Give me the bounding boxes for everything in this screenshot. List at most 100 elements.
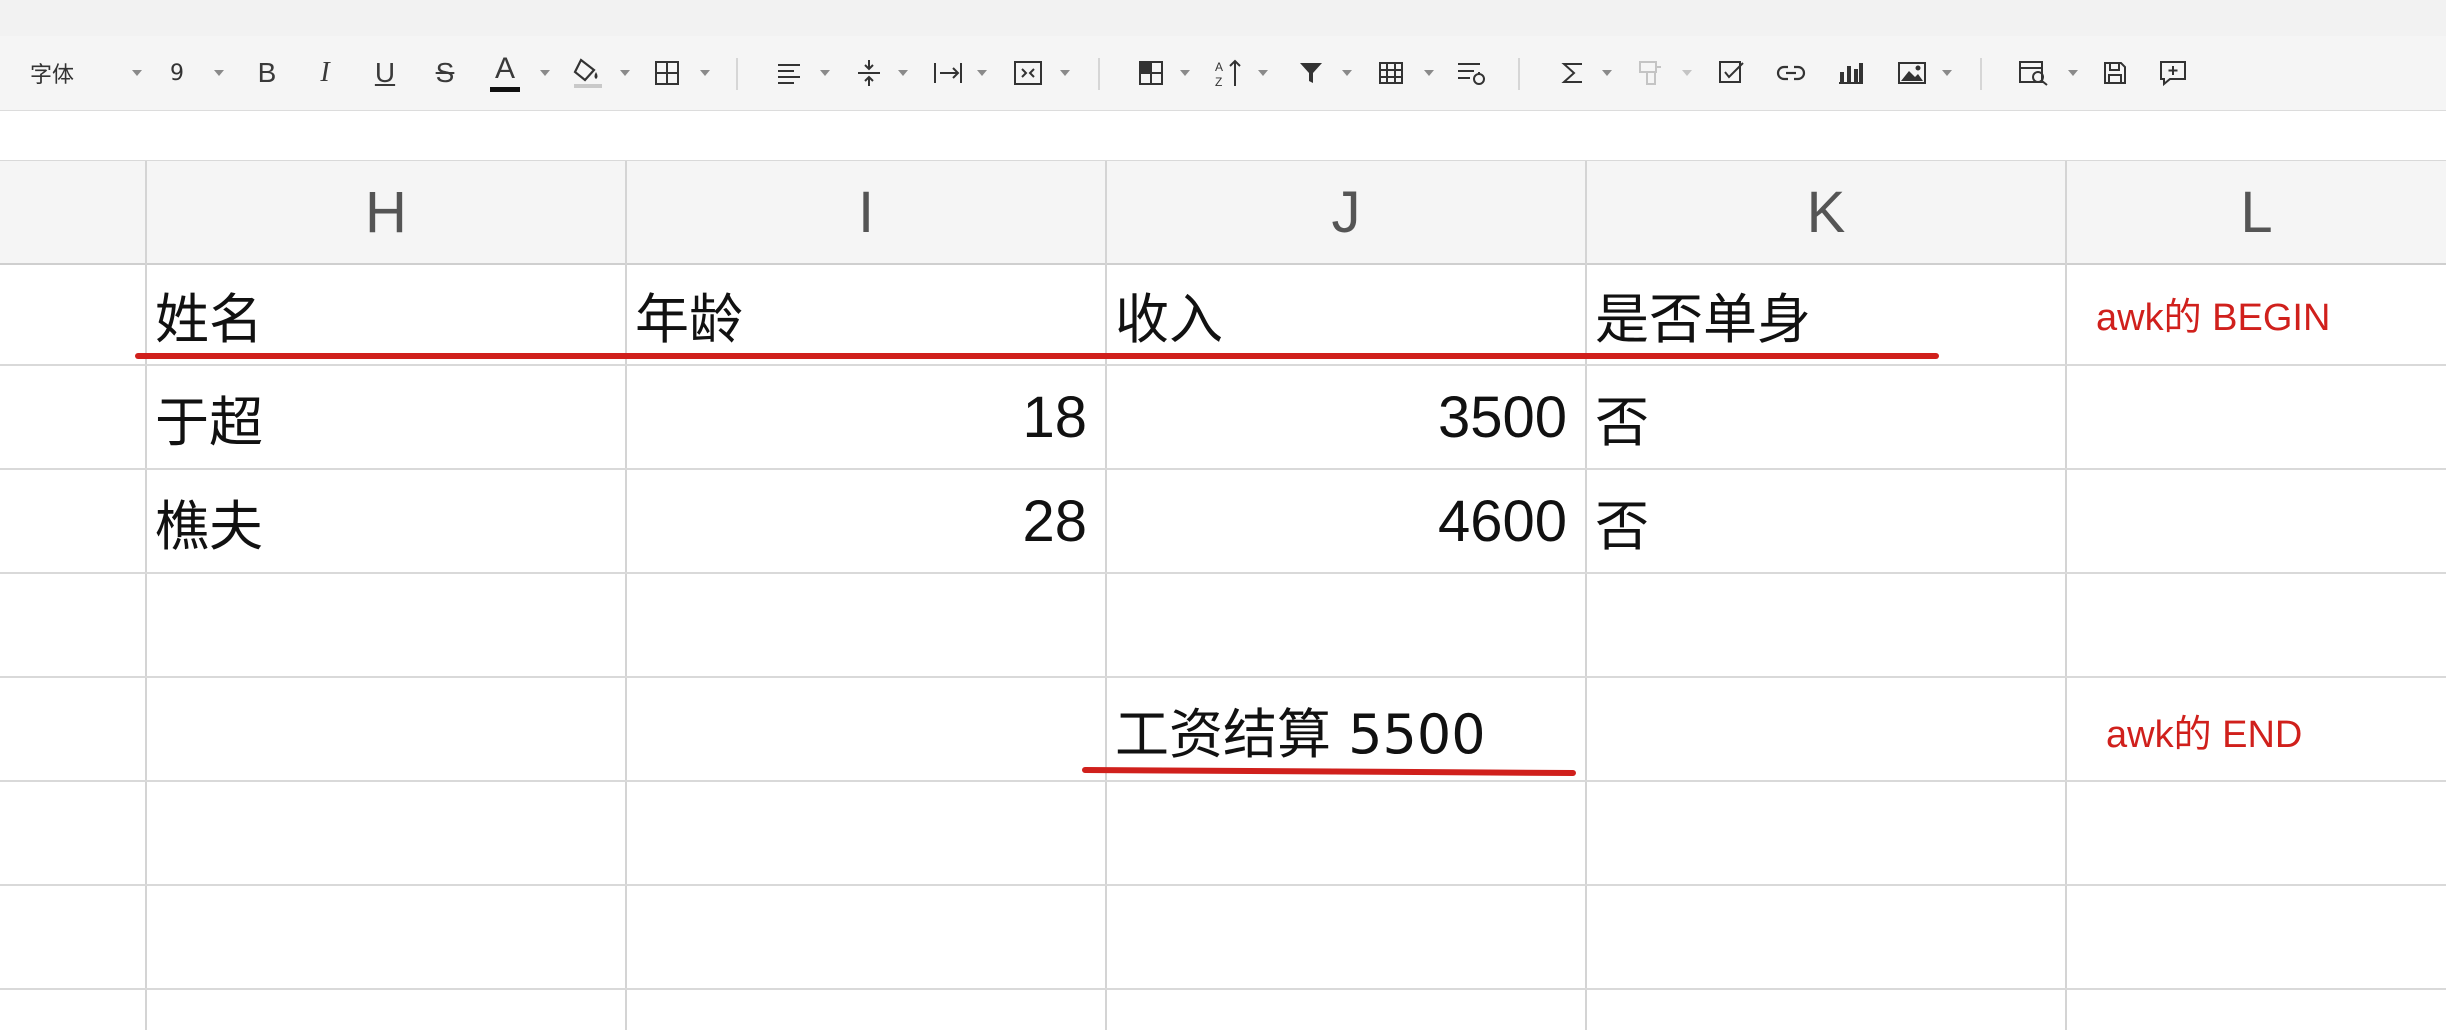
vertical-align-button[interactable] (852, 36, 886, 110)
column-header-i[interactable]: I (625, 161, 1105, 263)
image-button[interactable] (1894, 36, 1930, 110)
svg-text:Z: Z (1215, 75, 1222, 88)
text-wrap-button[interactable] (930, 36, 966, 110)
sum-button[interactable] (1556, 36, 1590, 110)
cell-j3[interactable]: 4600 (1105, 470, 1585, 572)
save-disk-icon (2104, 62, 2126, 84)
border-grid-icon (655, 61, 679, 85)
toolbar-separator (1098, 58, 1100, 90)
sort-caret-icon[interactable] (1258, 70, 1268, 76)
filter-caret-icon[interactable] (1342, 70, 1352, 76)
comment-button[interactable] (2156, 36, 2190, 110)
font-size-caret-icon[interactable] (214, 70, 224, 76)
cell-i1[interactable]: 年龄 (625, 263, 1105, 365)
font-name-value: 字体 (29, 63, 74, 88)
font-color-caret-icon[interactable] (540, 70, 550, 76)
cell-i3[interactable]: 28 (625, 470, 1105, 572)
freeze-button[interactable] (1134, 36, 1168, 110)
sort-az-icon: AZ (1215, 59, 1241, 88)
cell-j2[interactable]: 3500 (1105, 366, 1585, 468)
cell-k1[interactable]: 是否单身 (1585, 263, 2065, 365)
image-icon (1898, 62, 1926, 84)
borders-button[interactable] (650, 36, 684, 110)
column-header-bar: H I J K L (0, 161, 2446, 265)
conditional-format-icon (1458, 63, 1485, 85)
column-header-k[interactable]: K (1585, 161, 2065, 263)
merge-cells-button[interactable] (1010, 36, 1046, 110)
freeze-panes-icon (1139, 61, 1163, 85)
vertical-align-caret-icon[interactable] (898, 70, 908, 76)
toolbar-separator (1980, 58, 1982, 90)
cell-j1[interactable]: 收入 (1105, 263, 1585, 365)
freeze-caret-icon[interactable] (1180, 70, 1190, 76)
strikethrough-button[interactable]: S (428, 36, 462, 110)
link-button[interactable] (1774, 36, 1808, 110)
underline-label: U (374, 57, 396, 88)
column-header-l[interactable]: L (2065, 161, 2446, 263)
title-strip (0, 0, 2446, 37)
cell-h3[interactable]: 樵夫 (145, 470, 625, 572)
checkbox-button[interactable] (1714, 36, 1748, 110)
font-name-caret-icon[interactable] (132, 70, 142, 76)
text-overflow-icon (934, 63, 962, 83)
cell-k3[interactable]: 否 (1585, 470, 2065, 572)
add-comment-icon (2160, 61, 2186, 87)
font-color-button[interactable]: A (488, 36, 522, 110)
sum-caret-icon[interactable] (1602, 70, 1612, 76)
fill-color-button[interactable] (570, 36, 606, 110)
cell-i2[interactable]: 18 (625, 366, 1105, 468)
image-caret-icon[interactable] (1942, 70, 1952, 76)
begin-underline (135, 353, 1939, 359)
find-icon (2019, 61, 2048, 86)
font-color-letter: A (494, 52, 515, 85)
paint-bucket-icon (573, 58, 602, 88)
cell-j5[interactable]: 工资结算 5500 (1105, 678, 1625, 780)
column-header-h[interactable]: H (145, 161, 625, 263)
font-size-select[interactable]: 9 (162, 36, 192, 110)
link-icon (1776, 65, 1806, 81)
horizontal-align-caret-icon[interactable] (820, 70, 830, 76)
font-size-value: 9 (170, 60, 184, 86)
format-painter-button[interactable] (1634, 36, 1668, 110)
grid-line (0, 988, 2446, 990)
font-color-bar (490, 87, 520, 92)
table-caret-icon[interactable] (1424, 70, 1434, 76)
cell-h1[interactable]: 姓名 (145, 263, 625, 365)
format-painter-caret-icon[interactable] (1682, 70, 1692, 76)
bold-button[interactable]: B (250, 36, 284, 110)
svg-text:A: A (1215, 60, 1223, 74)
sigma-icon (1561, 63, 1582, 83)
view-button[interactable] (2016, 36, 2052, 110)
fill-color-caret-icon[interactable] (620, 70, 630, 76)
text-wrap-caret-icon[interactable] (977, 70, 987, 76)
checkbox-icon (1719, 61, 1744, 83)
cell-l5-annotation[interactable]: awk的 END (2106, 703, 2302, 758)
bar-chart-icon (1839, 63, 1863, 84)
italic-button[interactable]: I (308, 36, 342, 110)
font-name-select[interactable]: 字体 (22, 36, 82, 110)
sort-button[interactable]: AZ (1212, 36, 1246, 110)
toolbar-separator (1518, 58, 1520, 90)
chart-button[interactable] (1834, 36, 1868, 110)
table-grid-icon (1379, 62, 1403, 84)
save-button[interactable] (2098, 36, 2132, 110)
toolbar: 字体 9 B I U S A A Z (0, 36, 2446, 111)
borders-caret-icon[interactable] (700, 70, 710, 76)
bold-label: B (257, 57, 277, 88)
filter-button[interactable] (1294, 36, 1328, 110)
formula-bar[interactable] (0, 111, 2446, 161)
horizontal-align-button[interactable] (772, 36, 806, 110)
underline-button[interactable]: U (368, 36, 402, 110)
filter-funnel-icon (1300, 63, 1322, 83)
cell-k2[interactable]: 否 (1585, 366, 2065, 468)
table-button[interactable] (1374, 36, 1408, 110)
column-header-j[interactable]: J (1105, 161, 1585, 263)
cell-h2[interactable]: 于超 (145, 366, 625, 468)
align-left-icon (778, 64, 800, 84)
view-caret-icon[interactable] (2068, 70, 2078, 76)
merge-cells-caret-icon[interactable] (1060, 70, 1070, 76)
merge-cells-icon (1014, 61, 1042, 85)
cell-l1-annotation[interactable]: awk的 BEGIN (2096, 286, 2330, 341)
strikethrough-label: S (435, 57, 455, 88)
conditional-format-button[interactable] (1454, 36, 1490, 110)
